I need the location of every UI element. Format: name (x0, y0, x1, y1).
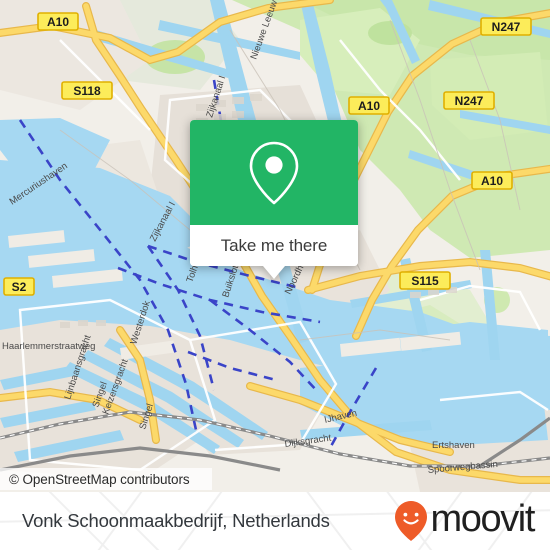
road-shield: N247 (480, 17, 532, 36)
place-title-text: Vonk Schoonmaakbedrijf, Netherlands (22, 510, 330, 531)
popup-pointer (263, 266, 285, 279)
map-place-label: Ertshaven (432, 440, 475, 451)
place-title: Vonk Schoonmaakbedrijf, Netherlands (22, 492, 330, 550)
take-me-there-button[interactable]: Take me there (221, 236, 328, 256)
moovit-pin-smiley-icon (395, 501, 428, 541)
road-shield: S118 (61, 81, 113, 100)
road-shield-label: S115 (411, 274, 439, 288)
road-shield-label: N247 (455, 94, 484, 108)
road-shield: S115 (399, 271, 451, 290)
popup-header (190, 120, 358, 225)
road-shield: A10 (471, 171, 513, 190)
popup-body[interactable]: Take me there (190, 225, 358, 266)
moovit-wordmark: moovit (430, 498, 535, 540)
footer-bar: Vonk Schoonmaakbedrijf, Netherlands moov… (0, 492, 550, 550)
road-shield-label: A10 (47, 15, 69, 29)
road-shield: A10 (348, 96, 390, 115)
attribution-text: © OpenStreetMap contributors (9, 471, 190, 487)
road-shield-label: N247 (492, 20, 521, 34)
place-popup-card[interactable]: Take me there (190, 120, 358, 279)
moovit-place-screenshot: MercuriushavenZijkanaal IZijkanaal ITolh… (0, 0, 550, 550)
road-shield-label: A10 (358, 99, 380, 113)
road-shield-label: S2 (12, 280, 27, 294)
road-shield: A10 (37, 12, 79, 31)
map-canvas[interactable]: MercuriushavenZijkanaal IZijkanaal ITolh… (0, 0, 550, 492)
road-shield: N247 (443, 91, 495, 110)
popup-inner: Take me there (190, 120, 358, 266)
road-shield-label: S118 (73, 84, 101, 98)
road-shield-label: A10 (481, 174, 503, 188)
road-shield: S2 (3, 277, 35, 296)
map-attribution[interactable]: © OpenStreetMap contributors (0, 468, 212, 490)
map-pin-icon (249, 141, 299, 204)
moovit-logo[interactable]: moovit (394, 492, 535, 550)
